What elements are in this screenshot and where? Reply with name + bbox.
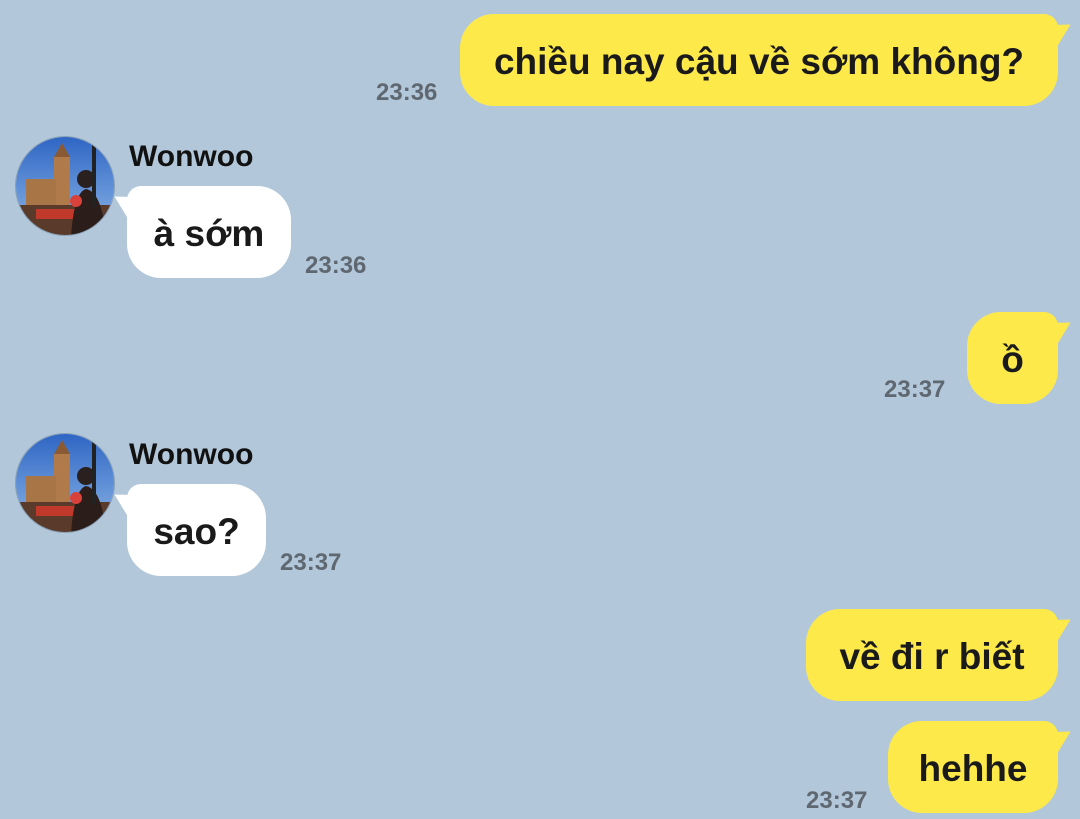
message-bubble-outgoing[interactable]: ồ — [967, 312, 1058, 404]
chat-area[interactable]: chiều nay cậu về sớm không? 23:36 Wonwoo… — [0, 0, 1080, 819]
message-timestamp: 23:36 — [305, 252, 367, 279]
contact-avatar[interactable] — [15, 136, 115, 236]
message-text: à sớm — [153, 213, 265, 254]
message-bubble-incoming[interactable]: à sớm — [127, 186, 291, 278]
avatar-photo-icon — [16, 137, 114, 235]
message-text: sao? — [153, 511, 240, 552]
message-timestamp: 23:37 — [806, 787, 868, 814]
contact-avatar[interactable] — [15, 433, 115, 533]
message-bubble-incoming[interactable]: sao? — [127, 484, 266, 576]
message-text: chiều nay cậu về sớm không? — [493, 41, 1025, 82]
message-bubble-outgoing[interactable]: về đi r biết — [806, 609, 1058, 701]
message-text: hehhe — [918, 748, 1028, 789]
message-bubble-outgoing[interactable]: hehhe — [888, 721, 1058, 813]
sender-name: Wonwoo — [129, 438, 254, 471]
sender-name: Wonwoo — [129, 140, 254, 173]
avatar-photo-icon — [16, 434, 114, 532]
message-text: ồ — [1001, 339, 1024, 380]
message-timestamp: 23:36 — [376, 79, 438, 106]
message-text: về đi r biết — [839, 636, 1025, 677]
message-bubble-outgoing[interactable]: chiều nay cậu về sớm không? — [460, 14, 1058, 106]
message-timestamp: 23:37 — [280, 549, 342, 576]
message-timestamp: 23:37 — [884, 376, 946, 403]
